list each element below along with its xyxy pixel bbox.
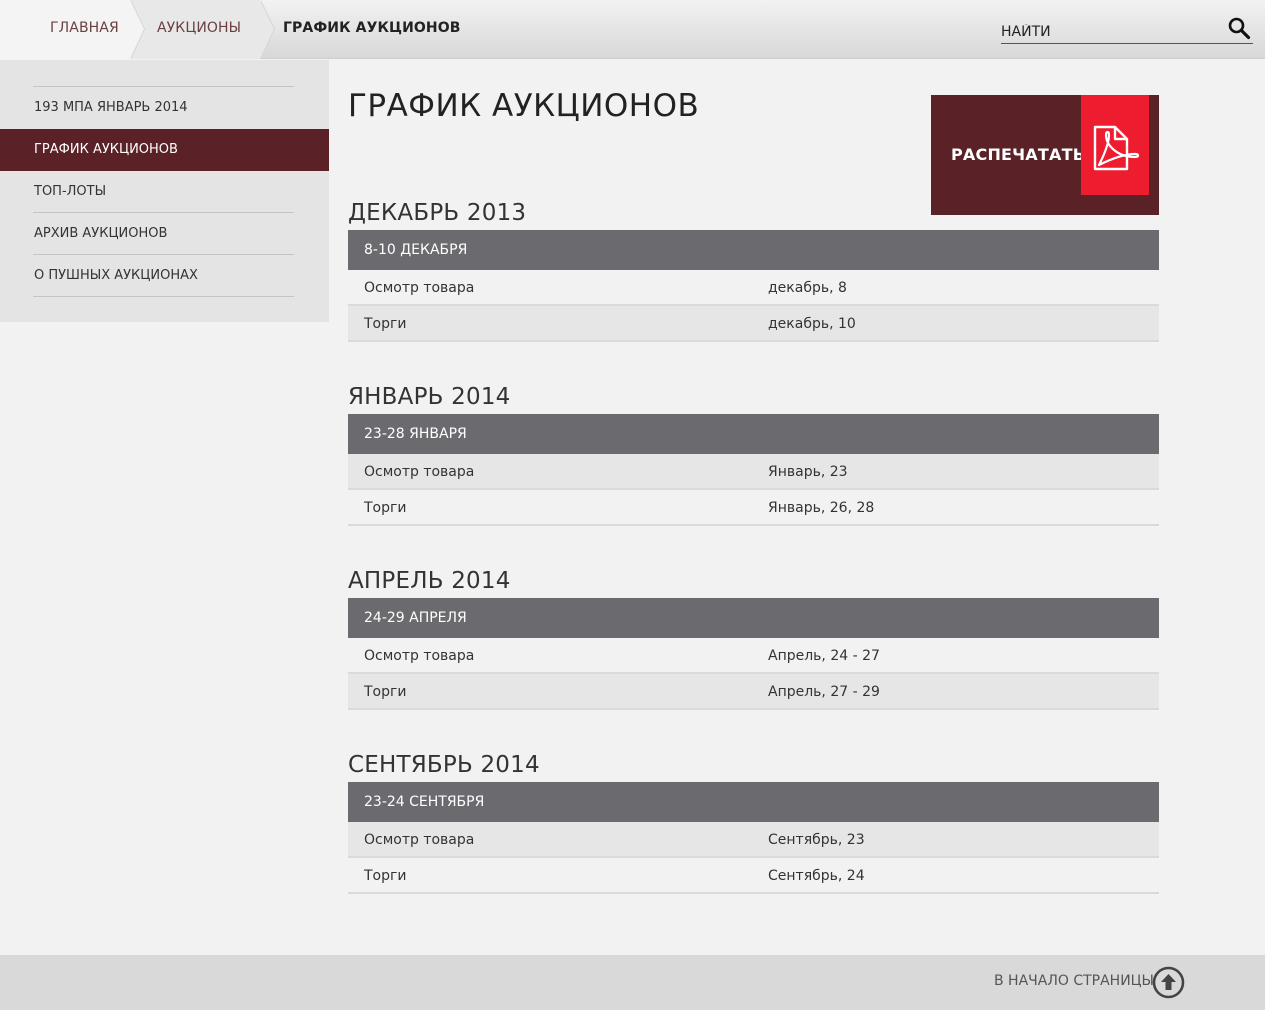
top-bar: ГРАФИК АУКЦИОНОВ АУКЦИОНЫ ГЛАВНАЯ bbox=[0, 0, 1265, 59]
event-name: Осмотр товара bbox=[364, 648, 475, 664]
page-title: ГРАФИК АУКЦИОНОВ bbox=[348, 88, 700, 124]
sidebar: 193 МПА ЯНВАРЬ 2014 ГРАФИК АУКЦИОНОВ ТОП… bbox=[0, 60, 329, 322]
schedule-row: Торги Апрель, 27 - 29 bbox=[348, 674, 1159, 710]
print-button-label: РАСПЕЧАТАТЬ bbox=[951, 145, 1086, 164]
date-range-bar: 8-10 ДЕКАБРЯ bbox=[348, 230, 1159, 270]
sidebar-item-auction-schedule[interactable]: ГРАФИК АУКЦИОНОВ bbox=[0, 129, 329, 171]
schedule-row: Осмотр товара декабрь, 8 bbox=[348, 270, 1159, 306]
month-section: АПРЕЛЬ 2014 24-29 АПРЕЛЯ Осмотр товара А… bbox=[348, 564, 1159, 710]
event-date: Апрель, 27 - 29 bbox=[768, 684, 880, 700]
search-input[interactable] bbox=[1001, 22, 1211, 42]
divider bbox=[33, 296, 294, 297]
month-title: СЕНТЯБРЬ 2014 bbox=[348, 752, 540, 778]
breadcrumb-home[interactable]: ГЛАВНАЯ bbox=[0, 0, 145, 59]
sidebar-item-about-fur-auctions[interactable]: О ПУШНЫХ АУКЦИОНАХ bbox=[0, 255, 329, 297]
event-date: Сентябрь, 24 bbox=[768, 868, 865, 884]
month-title: АПРЕЛЬ 2014 bbox=[348, 568, 511, 594]
breadcrumb-separator bbox=[260, 0, 274, 59]
event-name: Торги bbox=[364, 500, 407, 516]
date-range-bar: 23-24 СЕНТЯБРЯ bbox=[348, 782, 1159, 822]
event-date: Январь, 26, 28 bbox=[768, 500, 875, 516]
month-section: ДЕКАБРЬ 2013 8-10 ДЕКАБРЯ Осмотр товара … bbox=[348, 196, 1159, 342]
sidebar-item-top-lots[interactable]: ТОП-ЛОТЫ bbox=[0, 171, 329, 213]
date-range-bar: 23-28 ЯНВАРЯ bbox=[348, 414, 1159, 454]
month-section: СЕНТЯБРЬ 2014 23-24 СЕНТЯБРЯ Осмотр това… bbox=[348, 748, 1159, 894]
month-title: ДЕКАБРЬ 2013 bbox=[348, 200, 527, 226]
event-name: Торги bbox=[364, 316, 407, 332]
breadcrumb-auctions[interactable]: АУКЦИОНЫ bbox=[130, 0, 275, 59]
arrow-up-circle-icon[interactable] bbox=[1152, 966, 1185, 999]
event-date: декабрь, 10 bbox=[768, 316, 856, 332]
search-icon[interactable] bbox=[1227, 16, 1251, 40]
event-date: декабрь, 8 bbox=[768, 280, 847, 296]
schedule-row: Торги Январь, 26, 28 bbox=[348, 490, 1159, 526]
month-section: ЯНВАРЬ 2014 23-28 ЯНВАРЯ Осмотр товара Я… bbox=[348, 380, 1159, 526]
schedule-row: Осмотр товара Январь, 23 bbox=[348, 454, 1159, 490]
event-date: Январь, 23 bbox=[768, 464, 848, 480]
search-box bbox=[1001, 14, 1253, 44]
event-name: Торги bbox=[364, 868, 407, 884]
month-title: ЯНВАРЬ 2014 bbox=[348, 384, 511, 410]
event-name: Осмотр товара bbox=[364, 464, 475, 480]
schedule-row: Осмотр товара Апрель, 24 - 27 bbox=[348, 638, 1159, 674]
sidebar-item-mpa-january-2014[interactable]: 193 МПА ЯНВАРЬ 2014 bbox=[0, 87, 329, 129]
footer: В НАЧАЛО СТРАНИЦЫ bbox=[0, 955, 1265, 1010]
sidebar-item-auction-archive[interactable]: АРХИВ АУКЦИОНОВ bbox=[0, 213, 329, 255]
breadcrumb-home-label: ГЛАВНАЯ bbox=[50, 20, 119, 36]
pdf-icon bbox=[1081, 95, 1149, 195]
event-date: Сентябрь, 23 bbox=[768, 832, 865, 848]
breadcrumb-auctions-label: АУКЦИОНЫ bbox=[157, 20, 242, 36]
event-date: Апрель, 24 - 27 bbox=[768, 648, 880, 664]
schedule-row: Торги декабрь, 10 bbox=[348, 306, 1159, 342]
event-name: Осмотр товара bbox=[364, 832, 475, 848]
date-range-bar: 24-29 АПРЕЛЯ bbox=[348, 598, 1159, 638]
breadcrumb-separator bbox=[130, 0, 144, 59]
event-name: Осмотр товара bbox=[364, 280, 475, 296]
schedule-row: Торги Сентябрь, 24 bbox=[348, 858, 1159, 894]
schedule-row: Осмотр товара Сентябрь, 23 bbox=[348, 822, 1159, 858]
breadcrumb-current: ГРАФИК АУКЦИОНОВ bbox=[283, 20, 461, 36]
event-name: Торги bbox=[364, 684, 407, 700]
back-to-top-link[interactable]: В НАЧАЛО СТРАНИЦЫ bbox=[994, 973, 1154, 989]
